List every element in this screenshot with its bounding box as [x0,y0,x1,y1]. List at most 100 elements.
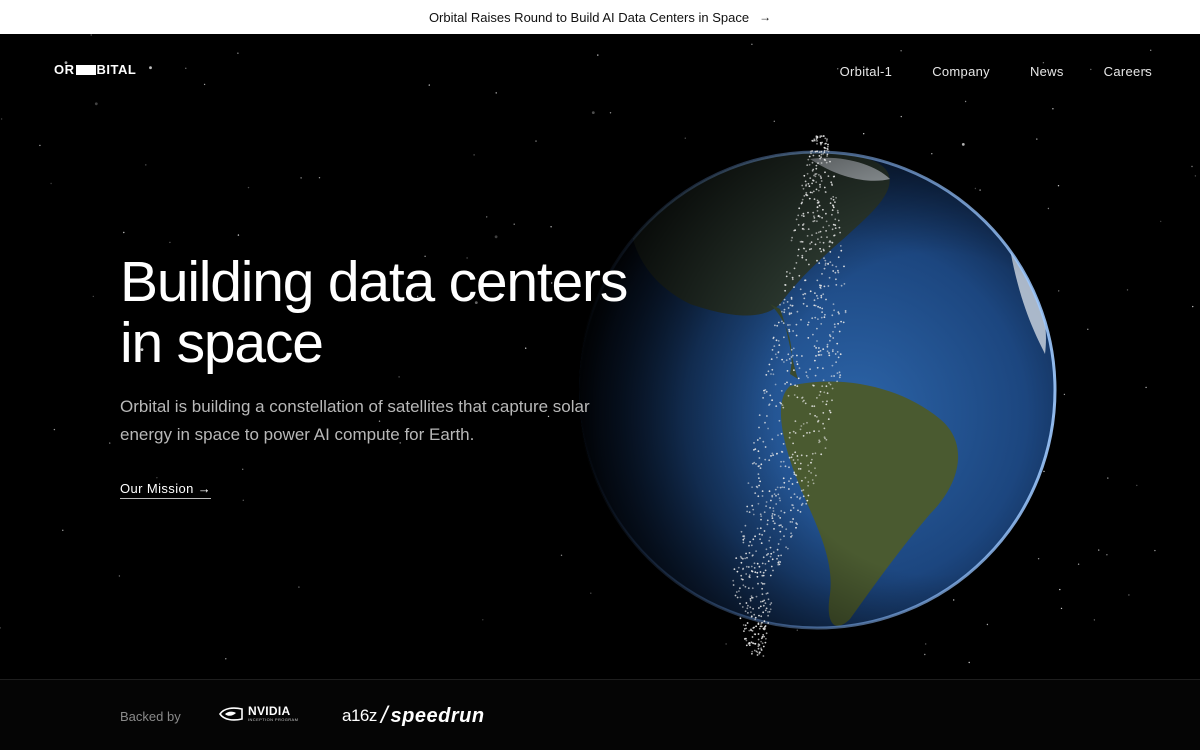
satellite-dot [768,610,771,613]
satellite-dot [802,293,805,296]
satellite-dot [755,625,757,628]
headline-line-1: Building data centers [120,250,628,314]
satellite-dot [820,177,822,179]
satellite-dot [837,311,840,313]
satellite-dot [808,155,811,158]
satellite-dot [796,396,799,399]
satellite-dot [777,515,780,517]
our-mission-link[interactable]: Our Mission → [120,481,212,499]
satellite-dot [804,402,807,405]
satellite-dot [807,158,810,161]
satellite-dot [757,450,760,453]
satellite-dot [771,513,774,515]
satellite-dot [771,517,774,519]
satellite-dot [831,350,834,353]
star [247,186,250,189]
satellite-dot [763,530,766,532]
satellite-dot [834,326,836,328]
satellite-dot [786,381,788,384]
star [53,428,56,431]
satellite-dot [808,263,810,266]
star [1192,305,1194,308]
satellite-dot [761,587,763,590]
satellite-dot [792,507,795,509]
satellite-dot [764,458,767,461]
satellite-dot [824,264,827,266]
satellite-dot [796,455,799,457]
subtext-line-2: energy in space to power AI compute for … [120,425,475,444]
orbital-logo[interactable]: OR BITAL [54,62,136,77]
satellite-dot [832,337,835,339]
satellite-dot [817,238,819,241]
satellite-dot [758,533,761,536]
satellite-dot [779,538,782,541]
satellite-dot [781,526,784,528]
satellite-dot [820,153,823,156]
satellite-dot [774,324,776,327]
satellite-dot [817,162,819,165]
satellite-dot [763,582,766,585]
satellite-dot [808,470,810,472]
satellite-dot [835,265,838,268]
satellite-dot [806,164,809,166]
satellite-dot [796,354,798,357]
satellite-dot [769,608,772,611]
satellite-dot [747,612,749,614]
satellite-dot [802,423,805,425]
satellite-dot [818,430,820,433]
satellite-dot [833,175,836,178]
satellite-dot [826,148,829,150]
satellite-dot [751,650,754,653]
satellite-dot [837,211,839,214]
satellite-dot [815,164,818,167]
satellite-dot [746,607,749,610]
announcement-banner[interactable]: Orbital Raises Round to Build AI Data Ce… [0,0,1200,34]
satellite-dot [755,463,757,465]
satellite-dot [753,649,756,652]
satellite-dot [797,468,800,470]
satellite-dot [756,486,759,489]
satellite-dot [824,262,827,265]
star [398,376,400,378]
satellite-dot [753,567,756,569]
star [1150,49,1152,51]
satellite-dot [832,303,835,306]
satellite-dot [823,427,826,430]
satellite-dot [744,610,747,613]
satellite-dot [763,635,765,638]
satellite-dot [762,655,765,657]
satellite-dot [780,510,783,512]
nav-item-careers[interactable]: Careers [1104,64,1152,79]
satellite-dot [790,312,793,315]
satellite-dot [793,229,795,232]
satellite-dot [741,578,744,581]
satellite-dot [817,350,820,353]
satellite-dot [781,404,784,406]
satellite-dot [750,615,753,618]
satellite-dot [761,495,764,497]
satellite-dot [758,477,760,479]
satellite-dot [776,324,779,327]
star [90,34,92,36]
star [495,92,497,94]
satellite-dot [803,399,805,402]
satellite-dot [828,245,831,248]
satellite-dot [746,556,748,559]
satellite-dot [773,493,776,495]
satellite-dot [820,150,823,153]
satellite-dot [743,537,746,540]
satellite-dot [770,565,773,568]
star [145,164,147,166]
satellite-dot [811,479,814,481]
satellite-dot [788,312,791,315]
satellite-dot [830,197,833,200]
satellite-dot [801,355,803,357]
satellite-dot [764,446,767,448]
satellite-dot [765,632,768,635]
satellite-dot [803,297,806,300]
satellite-dot [809,368,811,371]
satellite-dot [828,276,831,279]
satellite-dot [828,409,831,412]
satellite-dot [775,503,778,505]
satellite-dot [801,397,803,399]
